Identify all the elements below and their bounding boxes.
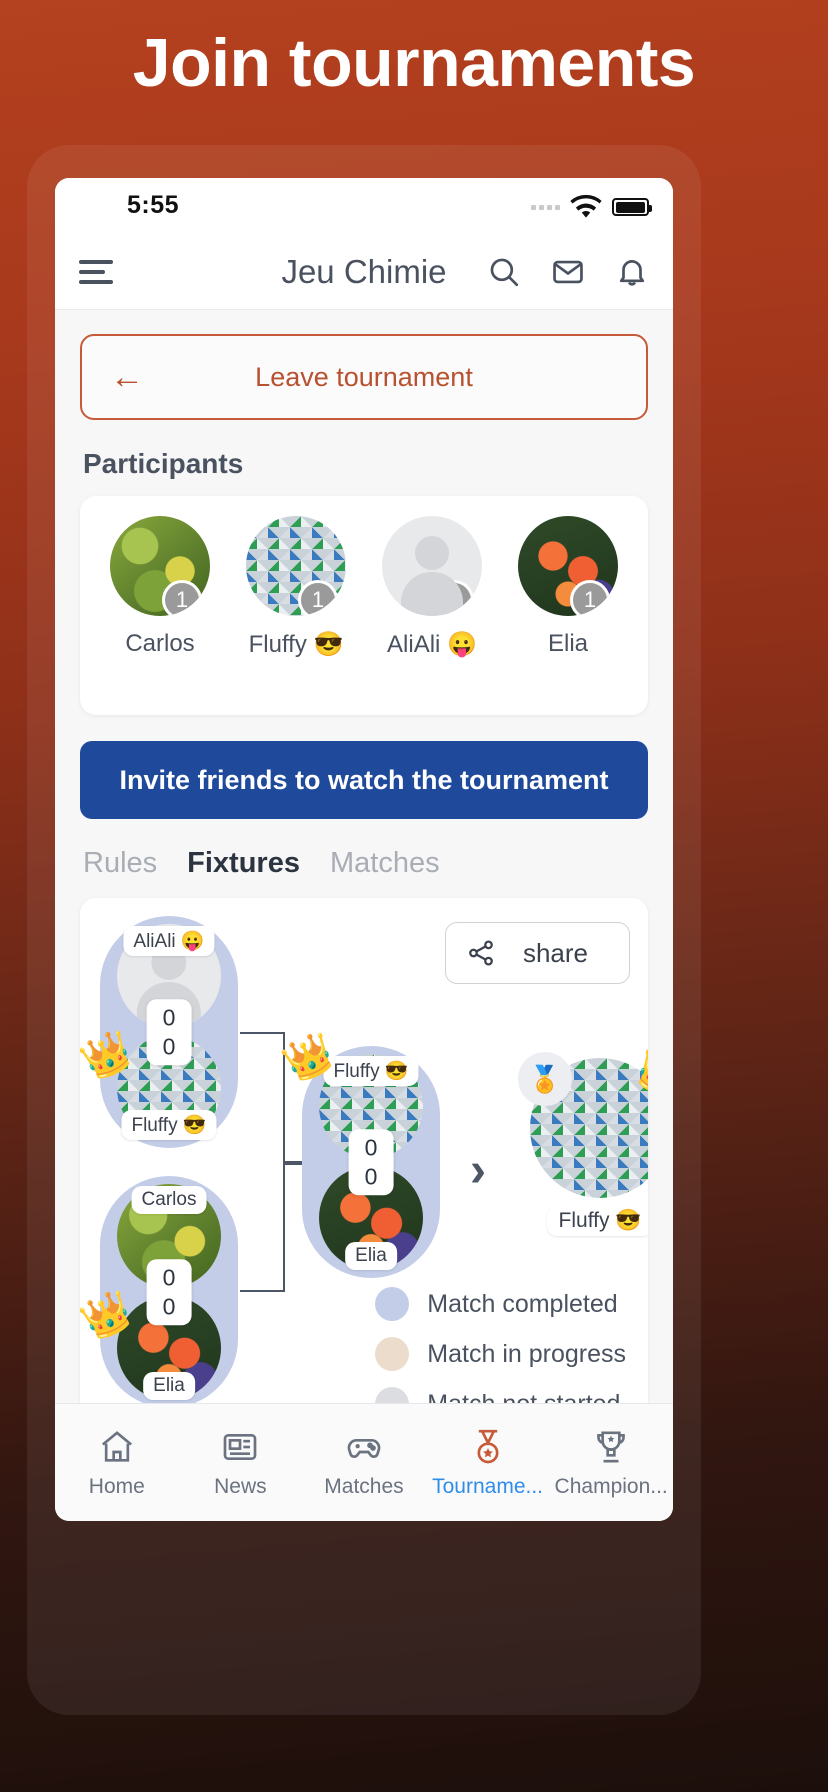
wifi-icon — [570, 194, 602, 220]
nav-item-championships[interactable]: Champion... — [549, 1427, 673, 1499]
medal-icon — [468, 1427, 508, 1467]
battery-icon — [612, 198, 652, 216]
participant-badge: 1 — [162, 580, 202, 616]
bracket-connector — [285, 1161, 303, 1165]
score-top: 0 — [364, 1134, 378, 1161]
participant-item[interactable]: 1 AliAli 😛 — [374, 516, 490, 659]
legend-color-swatch — [375, 1337, 410, 1371]
participant-name: AliAli 😛 — [387, 631, 477, 658]
avatar: 1 — [246, 516, 346, 616]
nav-item-home[interactable]: Home — [55, 1427, 179, 1499]
tab-fixtures[interactable]: Fixtures — [187, 847, 300, 880]
participants-list: 1 Carlos 1 Fluffy 😎 1 AliAli 😛 1 Elia — [80, 496, 648, 715]
participant-item[interactable]: 1 Carlos — [102, 516, 218, 659]
home-icon — [97, 1427, 137, 1467]
nav-label: Home — [88, 1474, 145, 1498]
bracket-match-semifinal-1[interactable]: AliAli 😛 Fluffy 😎 0 0 👑 — [80, 916, 238, 1148]
share-icon — [466, 938, 496, 968]
status-bar: 5:55 — [55, 178, 673, 234]
status-bar-time: 5:55 — [127, 191, 180, 219]
nav-item-news[interactable]: News — [179, 1427, 303, 1499]
score-bottom: 0 — [364, 1163, 378, 1189]
nav-label: Champion... — [554, 1474, 668, 1498]
bracket-legend: Match completed Match in progress Match … — [375, 1287, 626, 1403]
participant-item[interactable]: 1 Fluffy 😎 — [238, 516, 354, 659]
page-content: ← Leave tournament Participants 1 Carlos… — [55, 310, 673, 1403]
avatar: 1 — [382, 516, 482, 616]
legend-label: Match not started — [427, 1390, 620, 1404]
bracket-player-name: Fluffy 😎 — [121, 1110, 217, 1140]
participant-item[interactable]: 1 Elia — [510, 516, 626, 659]
nav-label: Tourname... — [432, 1474, 544, 1498]
status-bar-indicators — [531, 194, 652, 220]
medal-icon: 🏅 — [518, 1052, 572, 1106]
nav-label: News — [214, 1474, 267, 1498]
page-title: Join tournaments — [132, 25, 696, 101]
participant-name: Carlos — [125, 630, 195, 657]
gamepad-icon — [344, 1427, 384, 1467]
participant-badge: 1 — [434, 580, 474, 616]
hamburger-menu-icon[interactable] — [79, 259, 113, 284]
leave-tournament-label: Leave tournament — [255, 361, 473, 392]
phone-screen: 5:55 Jeu Chimie ← Leave tournament Parti… — [55, 178, 673, 1521]
match-score: 0 0 — [146, 999, 192, 1065]
share-button[interactable]: share — [445, 922, 630, 984]
trophy-icon — [591, 1427, 631, 1467]
bracket-player-name: Elia — [143, 1372, 195, 1400]
bell-icon[interactable] — [615, 255, 649, 289]
score-bottom: 0 — [162, 1033, 176, 1059]
signal-dots-icon — [531, 204, 560, 210]
nav-item-matches[interactable]: Matches — [302, 1427, 426, 1499]
bracket-player-name: AliAli 😛 — [123, 926, 215, 956]
bracket-player-name: Elia — [345, 1242, 397, 1270]
avatar: 1 — [518, 516, 618, 616]
participant-badge: 1 — [298, 580, 338, 616]
score-top: 0 — [162, 1004, 176, 1031]
tab-matches[interactable]: Matches — [330, 847, 440, 880]
tab-bar: Rules Fixtures Matches — [55, 819, 673, 880]
legend-color-swatch — [375, 1287, 410, 1321]
leave-tournament-button[interactable]: ← Leave tournament — [80, 334, 648, 420]
bracket-player-name: Carlos — [131, 1186, 207, 1214]
invite-friends-button[interactable]: Invite friends to watch the tournament — [80, 741, 648, 819]
avatar: 1 — [110, 516, 210, 616]
legend-color-swatch — [375, 1387, 410, 1403]
mail-icon[interactable] — [551, 255, 585, 289]
nav-item-tournaments[interactable]: Tourname... — [426, 1427, 550, 1499]
news-icon — [220, 1427, 260, 1467]
match-score: 0 0 — [348, 1129, 394, 1195]
participant-name: Elia — [547, 630, 589, 657]
legend-item: Match in progress — [375, 1337, 626, 1371]
search-icon[interactable] — [487, 255, 521, 289]
app-header: Jeu Chimie — [55, 234, 673, 310]
score-bottom: 0 — [162, 1293, 176, 1319]
champion-name: Fluffy 😎 — [546, 1206, 648, 1236]
bracket-match-semifinal-2[interactable]: Carlos Elia 0 0 👑 — [80, 1176, 238, 1403]
score-top: 0 — [162, 1264, 176, 1291]
share-label: share — [522, 937, 589, 968]
back-arrow-icon: ← — [110, 358, 144, 396]
bottom-navigation: Home News Matches Tourname... Champion..… — [55, 1403, 673, 1521]
participant-name: Fluffy 😎 — [248, 631, 344, 658]
bracket-connector — [240, 1032, 285, 1292]
nav-label: Matches — [324, 1474, 404, 1498]
fixtures-bracket: share AliAli 😛 Fluffy 😎 0 0 👑 Carlos Eli… — [80, 898, 648, 1403]
participant-badge: 1 — [570, 580, 610, 616]
chevron-right-icon: › — [470, 1144, 486, 1197]
tournament-champion[interactable]: 🏅 👑 Fluffy 😎 — [510, 1044, 648, 1236]
legend-label: Match completed — [427, 1289, 618, 1318]
participants-heading: Participants — [83, 448, 244, 479]
bracket-match-final[interactable]: Fluffy 😎 Elia 0 0 👑 — [277, 1028, 440, 1278]
legend-item: Match not started — [375, 1387, 626, 1403]
tab-rules[interactable]: Rules — [83, 847, 157, 880]
match-score: 0 0 — [146, 1259, 192, 1325]
legend-item: Match completed — [375, 1287, 626, 1321]
legend-label: Match in progress — [427, 1339, 626, 1368]
